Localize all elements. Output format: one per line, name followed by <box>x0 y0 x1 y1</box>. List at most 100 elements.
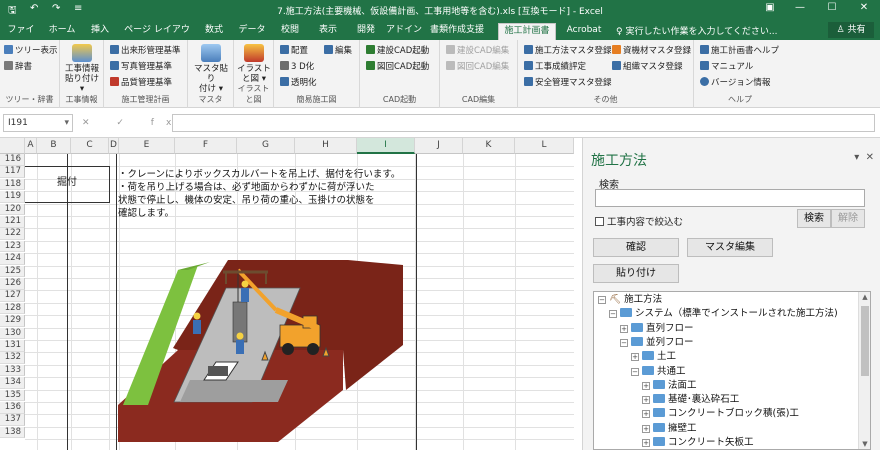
master-edit-button[interactable]: マスタ編集 <box>687 238 773 257</box>
expand-icon[interactable]: + <box>642 424 650 433</box>
expand-icon[interactable]: + <box>642 396 650 405</box>
tree-node[interactable]: + 土工 <box>631 350 676 364</box>
help-button[interactable]: 施工計画書ヘルプ <box>700 44 779 56</box>
org-master-button[interactable]: 組織マスタ登録 <box>612 60 683 72</box>
tab-formulas[interactable]: 数式 <box>198 23 230 40</box>
row-header[interactable]: 134 <box>0 377 25 389</box>
select-all-corner[interactable] <box>0 138 25 154</box>
column-header[interactable]: J <box>415 138 463 154</box>
quality-mgmt-button[interactable]: 品質管理基準 <box>110 76 172 88</box>
tree-node[interactable]: − ⛏ 施工方法 <box>598 293 662 307</box>
row-header[interactable]: 132 <box>0 352 25 365</box>
expand-icon[interactable]: + <box>620 324 628 333</box>
column-header[interactable]: B <box>37 138 71 154</box>
paste-button[interactable]: 貼り付け <box>593 264 679 283</box>
worksheet-grid[interactable]: A B C D E F G H I J K L 116 117 118 119 120 1… <box>0 138 574 450</box>
collapse-icon[interactable]: − <box>609 310 617 319</box>
column-header[interactable]: H <box>295 138 357 154</box>
column-header[interactable]: E <box>119 138 175 154</box>
place-button[interactable]: 配置 <box>280 44 308 56</box>
row-header[interactable]: 129 <box>0 315 25 327</box>
shape-mgmt-button[interactable]: 出来形管理基準 <box>110 44 181 56</box>
row-header[interactable]: 127 <box>0 290 25 303</box>
material-master-button[interactable]: 資機材マスタ登録 <box>612 44 691 56</box>
tree-scrollbar[interactable]: ▲ ▼ <box>858 292 870 449</box>
tree-node[interactable]: + コンクリート矢板工 <box>642 436 754 449</box>
kensetsu-cad-launch-button[interactable]: 建設CAD起動 <box>366 44 429 56</box>
note-line[interactable]: ・クレーンによりボックスカルバートを吊上げ、据付を行います。 <box>118 166 400 180</box>
tree-node[interactable]: + 基礎･裏込砕石工 <box>642 393 739 407</box>
manual-button[interactable]: マニュアル <box>700 60 753 72</box>
expand-icon[interactable]: + <box>642 381 650 390</box>
master-paste-button[interactable]: マスタ貼り 付け ▾ <box>190 44 232 94</box>
formula-input[interactable] <box>172 114 875 132</box>
row-header[interactable]: 128 <box>0 302 25 315</box>
project-info-paste-button[interactable]: 工事情報 貼り付け ▾ <box>62 44 102 94</box>
column-header[interactable]: G <box>237 138 295 154</box>
formula-icons[interactable]: ✕ ✓ fx <box>82 118 183 128</box>
kensetsu-cad-edit-button[interactable]: 建設CAD編集 <box>446 44 509 56</box>
column-header[interactable]: C <box>71 138 109 154</box>
tree-node[interactable]: − 並列フロー <box>620 336 694 350</box>
row-header[interactable]: 117 <box>0 166 25 179</box>
scroll-thumb[interactable] <box>861 306 869 376</box>
edit-button[interactable]: 編集 <box>324 44 352 56</box>
column-header[interactable]: K <box>463 138 515 154</box>
photo-mgmt-button[interactable]: 写真管理基準 <box>110 60 172 72</box>
tree-node[interactable]: + 法面工 <box>642 379 697 393</box>
tab-addins[interactable]: アドイン <box>386 23 422 40</box>
confirm-button[interactable]: 確認 <box>593 238 679 257</box>
tab-view[interactable]: 表示 <box>312 23 344 40</box>
row-header[interactable]: 135 <box>0 389 25 402</box>
zumen-cad-edit-button[interactable]: 図回CAD編集 <box>446 60 509 72</box>
row-header[interactable]: 125 <box>0 265 25 278</box>
row-header[interactable]: 123 <box>0 240 25 253</box>
dictionary-button[interactable]: 辞書 <box>4 60 32 72</box>
version-button[interactable]: バージョン情報 <box>700 76 770 88</box>
row-header[interactable]: 130 <box>0 327 25 340</box>
tab-page-layout[interactable]: ページ レイアウト <box>122 23 192 50</box>
tab-construction-plan[interactable]: 施工計画書 <box>498 23 556 40</box>
3d-button[interactable]: 3 D化 <box>280 60 314 72</box>
tab-insert[interactable]: 挿入 <box>84 23 116 40</box>
share-button[interactable]: ♙ 共有 <box>828 22 874 38</box>
search-button[interactable]: 検索 <box>797 209 831 228</box>
note-line[interactable]: 状態で停止し、機体の安定、吊り荷の重心、玉掛けの状態を <box>118 192 375 206</box>
tree-node[interactable]: + コンクリートブロック積(張)工 <box>642 407 799 421</box>
cell-c118[interactable]: 掘付 <box>25 166 109 202</box>
tree-node[interactable]: + 直列フロー <box>620 322 694 336</box>
tab-home[interactable]: ホーム <box>44 23 80 40</box>
column-header[interactable]: L <box>515 138 574 154</box>
collapse-icon[interactable]: − <box>631 367 639 376</box>
ribbon-display-options-icon[interactable]: ▣ <box>760 2 780 13</box>
illustration-button[interactable]: イラスト と図 ▾ <box>236 44 272 84</box>
row-header[interactable]: 124 <box>0 253 25 265</box>
tree-view-button[interactable]: ツリー表示 <box>4 44 58 56</box>
row-header[interactable]: 137 <box>0 414 25 427</box>
evaluation-button[interactable]: 工事成績評定 <box>524 60 586 72</box>
collapse-icon[interactable]: − <box>598 296 606 304</box>
tab-file[interactable]: ファイル <box>4 23 38 50</box>
maximize-button[interactable]: ☐ <box>822 2 842 13</box>
clear-button[interactable]: 解除 <box>831 209 865 228</box>
row-header[interactable]: 133 <box>0 364 25 377</box>
tab-review[interactable]: 校閲 <box>274 23 306 40</box>
box-culvert-crane-illustration[interactable] <box>118 230 408 442</box>
scroll-up-icon[interactable]: ▲ <box>859 293 870 301</box>
collapse-icon[interactable]: − <box>620 338 628 347</box>
note-line[interactable]: ・荷を吊り上げる場合は、必ず地面からわずかに荷が浮いた <box>118 179 375 193</box>
row-header[interactable]: 118 <box>0 178 25 191</box>
expand-icon[interactable]: + <box>642 410 650 419</box>
row-header[interactable]: 126 <box>0 278 25 290</box>
scroll-down-icon[interactable]: ▼ <box>859 440 870 448</box>
tab-developer[interactable]: 開発 <box>350 23 382 40</box>
tab-acrobat[interactable]: Acrobat <box>562 23 606 40</box>
search-input[interactable] <box>595 189 865 207</box>
column-header[interactable]: F <box>175 138 237 154</box>
filter-checkbox[interactable]: 工事内容で絞込む <box>595 214 683 228</box>
close-button[interactable]: ✕ <box>854 2 874 13</box>
close-icon[interactable]: ✕ <box>866 152 874 163</box>
column-header[interactable]: D <box>109 138 119 154</box>
column-header-selected[interactable]: I <box>357 138 415 154</box>
row-header[interactable]: 120 <box>0 203 25 216</box>
